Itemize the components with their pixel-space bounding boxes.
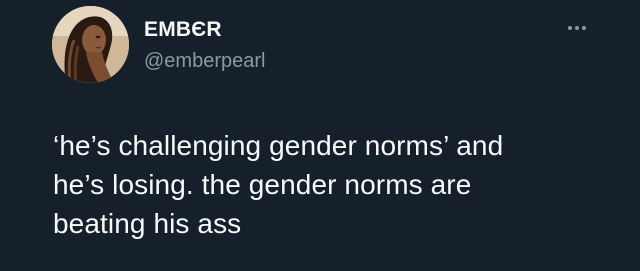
tweet-text: ‘he’s challenging gender norms’ and he’s… xyxy=(53,130,504,239)
tweet-card: EMBЄR @emberpearl ‘he’s challenging gend… xyxy=(0,0,640,271)
avatar[interactable] xyxy=(52,6,129,83)
more-horizontal-icon-dot xyxy=(582,26,586,30)
more-horizontal-icon-dot xyxy=(575,26,579,30)
author-display-name[interactable]: EMBЄR xyxy=(144,17,222,43)
avatar-photo-icon xyxy=(52,6,129,83)
more-horizontal-icon xyxy=(568,26,572,30)
more-options-button[interactable] xyxy=(562,20,592,36)
author-handle[interactable]: @emberpearl xyxy=(144,49,265,73)
